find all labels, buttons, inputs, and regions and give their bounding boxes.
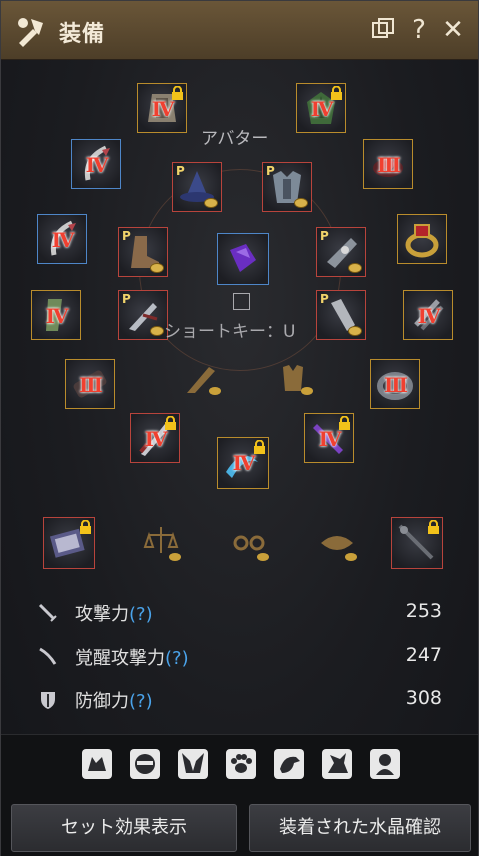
coin-icon [294,198,308,208]
slot-necklace[interactable]: III [363,139,413,189]
lock-icon [331,86,342,100]
lips-ghost-icon [321,536,357,561]
set-effects-button[interactable]: セット効果表示 [11,804,237,852]
avatar-label: アバター [201,129,269,149]
defense-help-link[interactable]: (?) [129,691,153,712]
pearl-mark: P [320,229,329,243]
attack-label: 攻撃力 [75,604,129,625]
slot-boots[interactable]: P [118,227,168,277]
pet-ninja-icon[interactable] [130,749,160,779]
pet-bird-icon[interactable] [274,749,304,779]
crystal-icon [230,244,256,272]
view-crystals-button[interactable]: 装着された水晶確認 [249,804,471,852]
pet-cat-icon[interactable] [82,749,112,779]
stat-attack: 攻撃力(?) 253 [37,598,442,628]
slot-gloves[interactable]: P [316,227,366,277]
slot-ring-right-2[interactable]: IV [403,290,453,340]
enhance-level: IV [45,304,69,328]
attack-value: 253 [405,600,442,622]
goggles-ghost-icon [233,535,269,561]
enhance-level: III [376,153,401,177]
slot-crystal[interactable] [217,233,269,285]
window-title: 装備 [59,22,106,47]
slot-avatar-helmet[interactable]: IV [137,83,187,133]
lock-icon [428,520,439,534]
coin-icon [150,326,164,336]
equipment-icon [18,18,43,47]
lock-icon [80,520,91,534]
enhance-level: IV [417,304,441,328]
slot-belt[interactable]: III [65,359,115,409]
slot-avatar-gloves[interactable]: P [316,290,366,340]
slot-ring-left[interactable]: IV [31,290,81,340]
pet-ghost-icon[interactable] [370,749,400,779]
enhance-level: IV [151,97,175,121]
slot-sub-weapon[interactable]: IV [304,413,354,463]
attack-help-link[interactable]: (?) [129,604,153,625]
close-icon[interactable]: ✕ [437,14,469,46]
slot-main-weapon[interactable]: IV [130,413,180,463]
awakening-value: 247 [405,644,442,666]
coin-icon [348,326,362,336]
pet-fox-icon[interactable] [178,749,208,779]
slot-earring-left[interactable]: IV [71,139,121,189]
pearl-mark: P [122,229,131,243]
slot-earring-right[interactable]: IV [37,214,87,264]
enhance-level: IV [232,451,256,475]
pearl-mark: P [266,164,275,178]
pearl-mark: P [320,292,329,306]
slot-ring-right[interactable] [397,214,447,264]
avatar-toggle-checkbox[interactable] [233,293,250,310]
awakening-sword-icon [39,647,57,665]
enhance-level: III [78,373,103,397]
shirt-ghost-icon [283,365,313,395]
enhance-level: IV [85,153,109,177]
sword-icon [38,603,57,622]
shield-icon [41,692,55,709]
lock-icon [165,416,176,430]
knife-ghost-icon [187,367,221,395]
awakening-help-link[interactable]: (?) [165,648,189,669]
slot-avatar-shoes[interactable]: P [118,290,168,340]
slot-awakening-weapon[interactable]: IV [217,437,269,489]
stat-awakening: 覚醒攻撃力(?) 247 [37,642,442,672]
equipment-window: 装備 ? ✕ アバター IV IV IV P P III IV P P IV P… [0,0,479,856]
lock-icon [339,416,350,430]
pet-dragon-icon[interactable] [322,749,352,779]
stat-defense: 防御力(?) 308 [37,685,442,715]
slot-lifeskill-tool[interactable] [43,517,95,569]
defense-label: 防御力 [75,691,129,712]
awakening-label: 覚醒攻撃力 [75,648,165,669]
defense-value: 308 [405,687,442,709]
enhance-level: IV [51,228,75,252]
lock-icon [172,86,183,100]
coin-icon [204,198,218,208]
coin-icon [150,263,164,273]
popout-icon[interactable] [367,14,399,46]
pearl-mark: P [122,292,131,306]
slot-belt-right[interactable]: III [370,359,420,409]
help-icon[interactable]: ? [403,14,435,46]
title-bar[interactable]: 装備 ? ✕ [1,1,478,60]
shortcut-label: ショートキー：U [164,322,296,342]
enhance-level: IV [144,427,168,451]
lock-icon [254,440,265,454]
slot-helmet[interactable]: P [172,162,222,212]
enhance-level: III [383,373,408,397]
slot-fishing-rod[interactable] [391,517,443,569]
enhance-level: IV [318,427,342,451]
enhance-level: IV [310,97,334,121]
slot-avatar-armor[interactable]: IV [296,83,346,133]
pearl-mark: P [176,164,185,178]
coin-icon [348,263,362,273]
ring-icon [405,224,439,258]
alchemy-ghost-icon [143,527,181,561]
slot-armor[interactable]: P [262,162,312,212]
pet-paw-icon[interactable] [226,749,256,779]
